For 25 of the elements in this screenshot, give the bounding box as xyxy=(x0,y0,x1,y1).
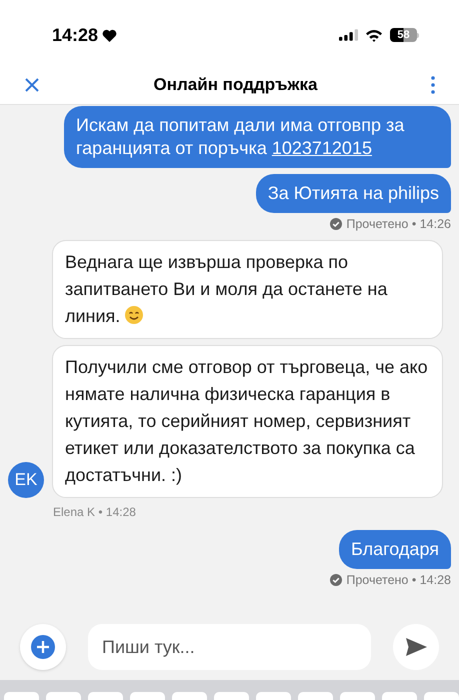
message-bubble: Получили сме отговор от търговеца, че ако нямате налична физическа гаранция в кутията, то серийният номер, сервизният етикет или доказателството за покупка са достатъчни. :) xyxy=(52,344,443,498)
heart-icon xyxy=(102,28,118,42)
read-receipt: Прочетено • 14:28 xyxy=(346,572,451,589)
close-icon[interactable] xyxy=(24,77,40,93)
message-bubble: Благодаря xyxy=(339,530,451,569)
battery-indicator: 58 xyxy=(390,28,417,42)
order-link[interactable]: 1023712015 xyxy=(272,138,372,158)
signal-icon xyxy=(339,29,358,41)
check-icon xyxy=(330,574,342,586)
message-bubble: Веднага ще извърша проверка по запитването Ви и моля да останете на линия. xyxy=(52,240,443,339)
sender-info: Elena K • 14:28 xyxy=(53,504,136,519)
avatar: EK xyxy=(8,462,44,498)
message-bubble: Искам да попитам дали има отговпр за гаранцията от поръчка 1023712015 xyxy=(64,106,451,168)
check-icon xyxy=(330,218,342,230)
more-icon[interactable] xyxy=(431,76,435,94)
read-receipt: Прочетено • 14:26 xyxy=(346,216,451,233)
add-button[interactable] xyxy=(20,624,66,670)
message-bubble: За Ютията на philips xyxy=(256,174,451,213)
plus-icon xyxy=(31,635,55,659)
wifi-icon xyxy=(365,28,383,42)
send-button[interactable] xyxy=(393,624,439,670)
header-title: Онлайн поддръжка xyxy=(154,74,318,96)
message-input[interactable]: Пиши тук... xyxy=(88,624,371,670)
status-time: 14:28 xyxy=(52,24,98,46)
send-icon xyxy=(404,635,428,659)
